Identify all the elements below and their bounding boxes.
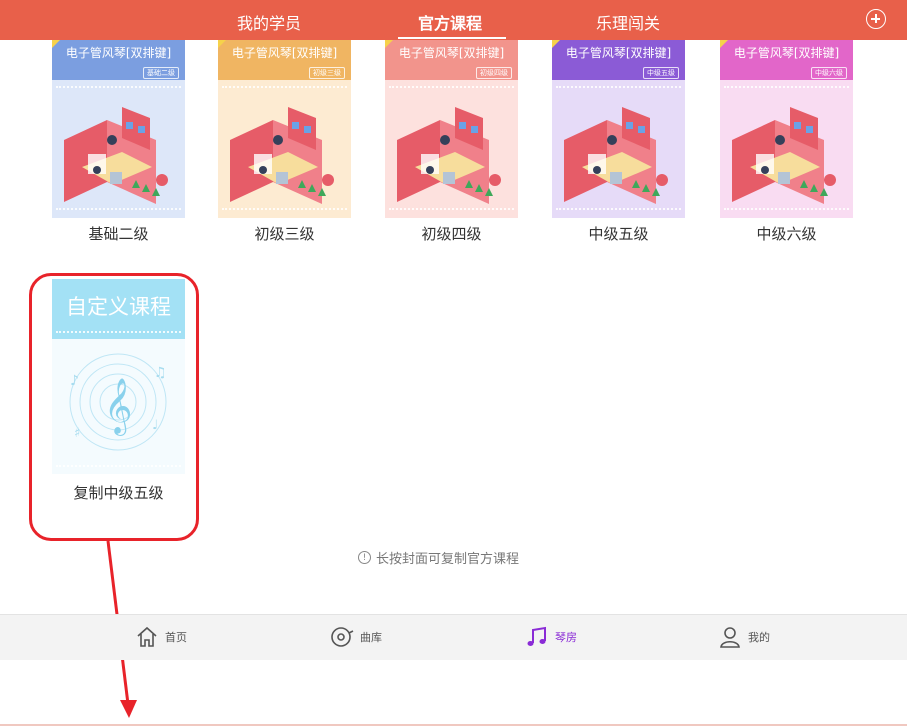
user-icon <box>720 627 740 648</box>
nav-item-library[interactable]: 曲库 <box>330 625 382 649</box>
hint-text: 长按封面可复制官方课程 <box>376 552 520 567</box>
nav-item-home[interactable]: 首页 <box>135 625 187 649</box>
nav-label: 首页 <box>165 631 187 644</box>
home-icon <box>137 626 157 647</box>
copy-hint: ! 长按封面可复制官方课程 <box>358 548 519 567</box>
music-note-icon <box>527 626 546 646</box>
music-library-icon <box>331 627 354 647</box>
nav-item-piano-room[interactable]: 琴房 <box>525 625 577 649</box>
nav-item-me[interactable]: 我的 <box>718 625 770 649</box>
nav-label: 我的 <box>748 631 770 644</box>
nav-label: 曲库 <box>360 631 382 644</box>
nav-label: 琴房 <box>555 631 577 644</box>
info-icon: ! <box>358 551 371 564</box>
bottom-navigation: 首页 曲库 琴房 我的 <box>0 614 907 660</box>
